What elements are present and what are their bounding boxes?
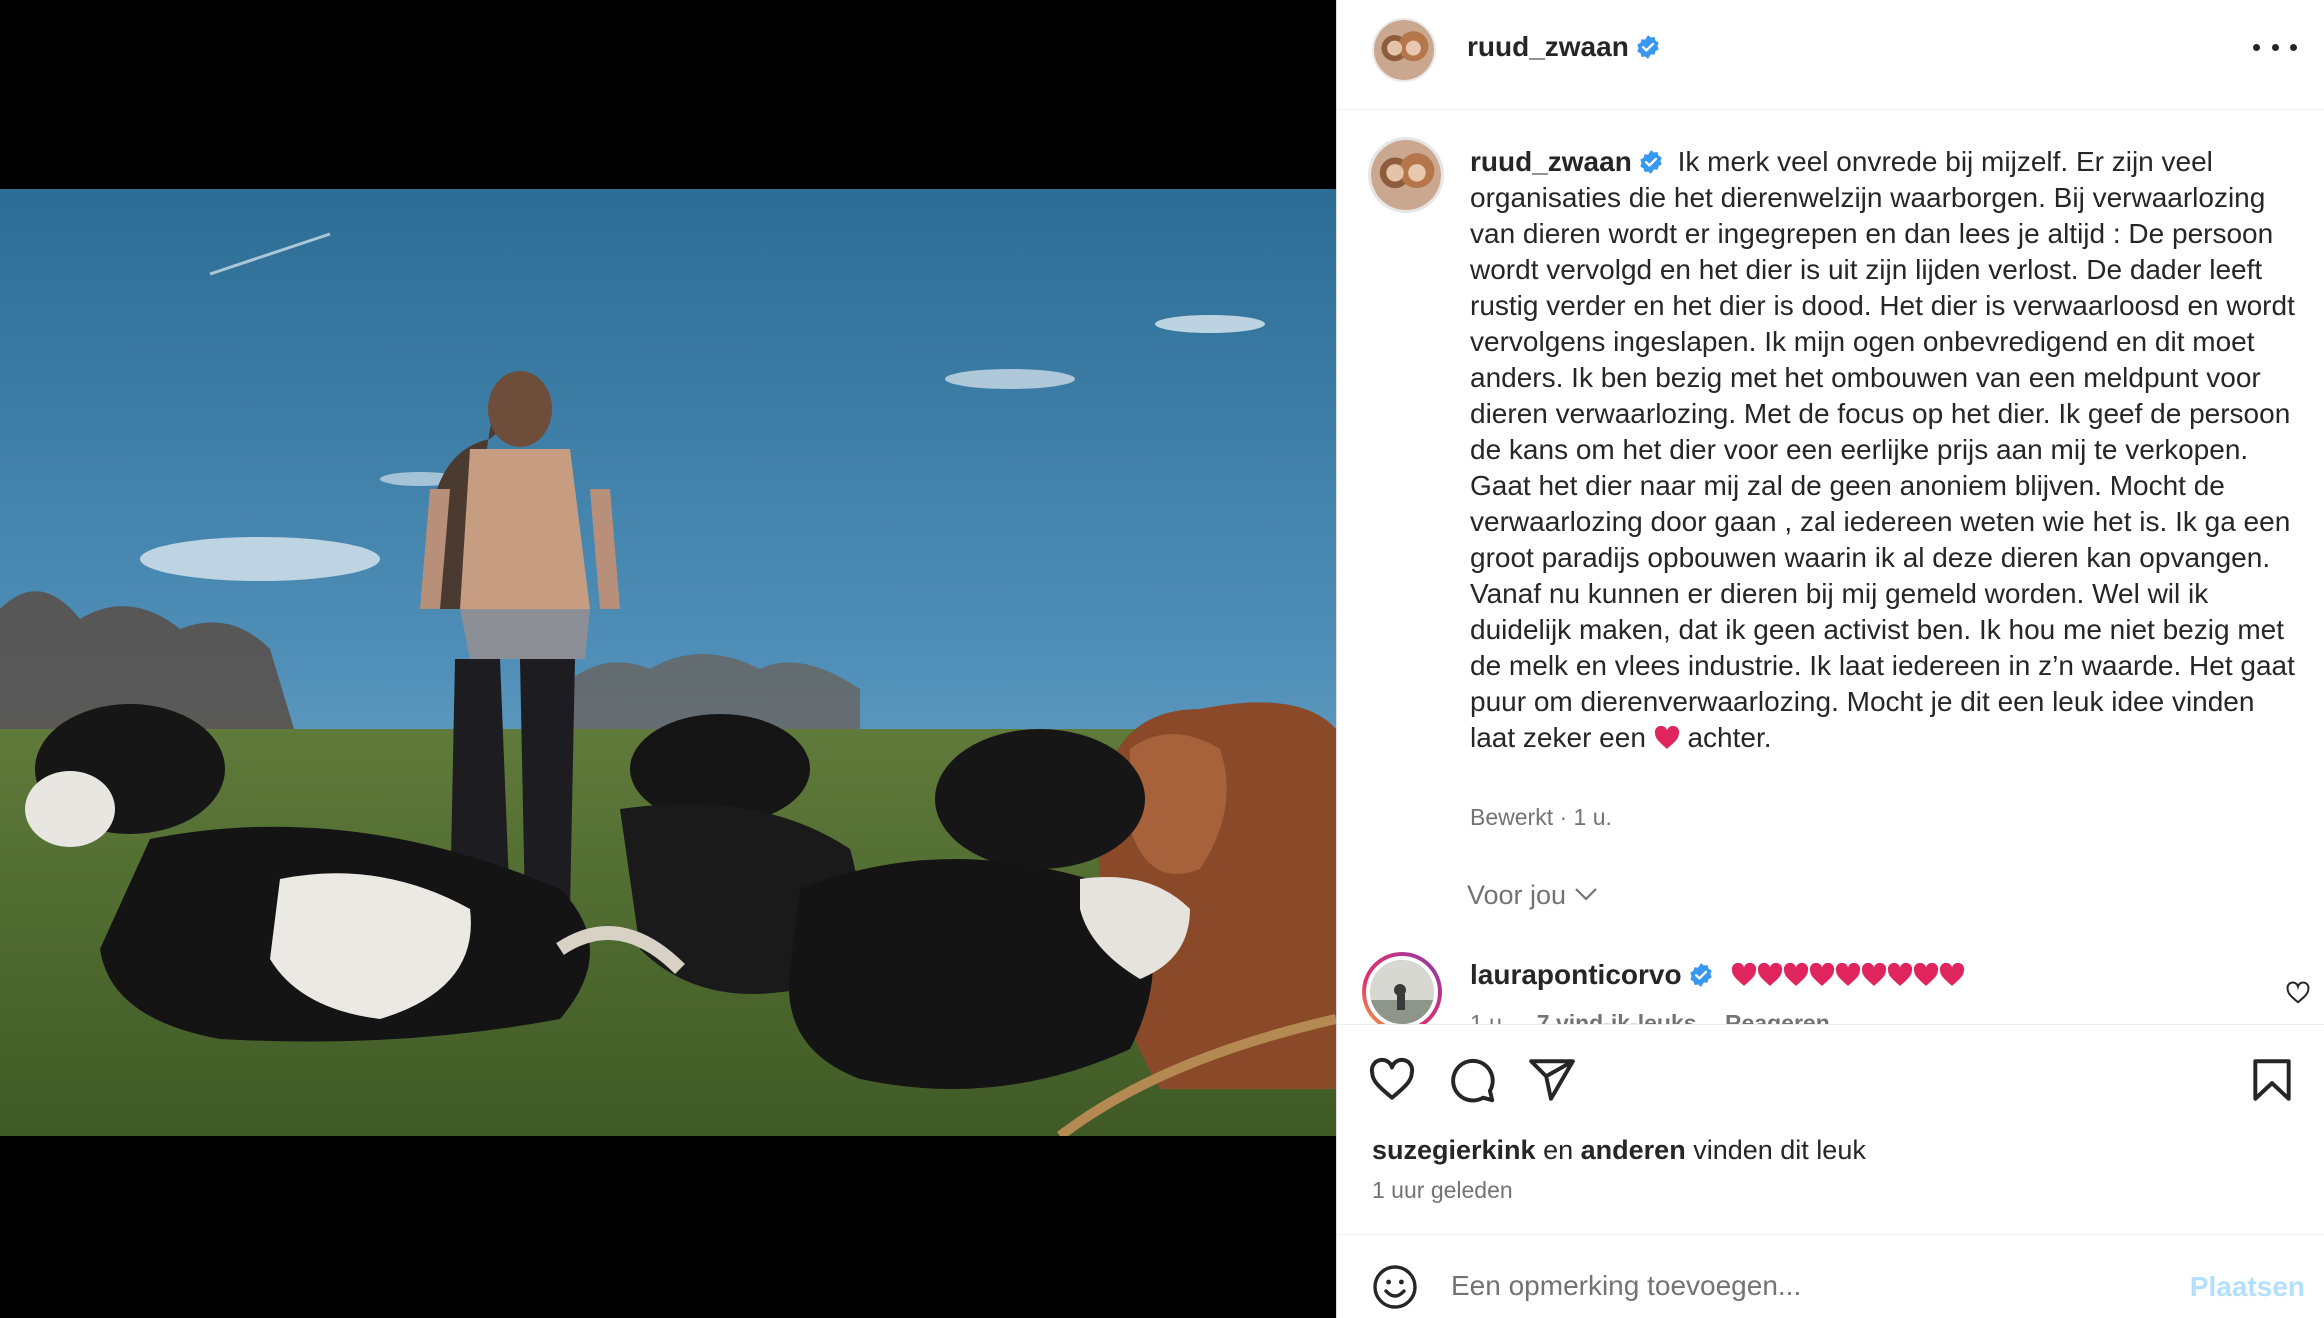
commenter-avatar[interactable] <box>1366 956 1438 1024</box>
red-heart-emoji-icon <box>1654 726 1679 749</box>
red-heart-emoji-icon <box>1862 962 1887 986</box>
red-heart-emoji-icon <box>1836 962 1861 986</box>
add-comment-bar: Plaatsen <box>1337 1234 2324 1318</box>
likes-connector: en <box>1543 1135 1574 1165</box>
caption-text: Ik merk veel onvrede bij mijzelf. Er zij… <box>1470 146 2295 753</box>
for-you-dropdown[interactable]: Voor jou <box>1467 880 1598 911</box>
commenter-username[interactable]: lauraponticorvo <box>1470 959 1965 994</box>
more-options-button[interactable] <box>2253 36 2297 58</box>
liker-username[interactable]: suzegierkink <box>1372 1135 1536 1165</box>
comment-meta: 1 u. 7 vind-ik-leuks Reageren <box>1470 1010 1852 1024</box>
red-heart-emoji-icon <box>1914 962 1939 986</box>
save-button[interactable] <box>2247 1055 2297 1105</box>
comment-time: 1 u. <box>1470 1010 1509 1024</box>
author-username-text[interactable]: ruud_zwaan <box>1467 31 1629 62</box>
emoji-picker-icon[interactable] <box>1371 1263 1419 1311</box>
commenter-avatar-story-ring[interactable] <box>1362 952 1442 1024</box>
author-username[interactable]: ruud_zwaan <box>1467 31 1661 63</box>
author-avatar[interactable] <box>1372 18 1436 82</box>
verified-badge-icon <box>1637 35 1659 59</box>
comment-item: lauraponticorvo 1 u. 7 vind-ik-leuks Rea… <box>1337 930 2324 1024</box>
caption-author-avatar[interactable] <box>1368 137 1444 213</box>
post-timestamp[interactable]: 1 uur geleden <box>1372 1177 1513 1204</box>
like-button[interactable] <box>1367 1055 1417 1105</box>
comment-hearts <box>1731 962 1965 994</box>
avatar-image <box>1370 960 1434 1024</box>
post-media[interactable] <box>0 0 1336 1318</box>
more-dot <box>2253 43 2260 51</box>
comments-section[interactable]: ruud_zwaan Ik merk veel onvrede bij mijz… <box>1337 110 2324 1024</box>
post-comment-button[interactable]: Plaatsen <box>2190 1271 2305 1303</box>
likes-suffix: vinden dit leuk <box>1693 1135 1866 1165</box>
comment-input[interactable] <box>1451 1261 2151 1311</box>
comment-like-count[interactable]: 7 vind-ik-leuks <box>1537 1010 1697 1024</box>
comment-like-heart-icon[interactable] <box>2285 980 2311 1006</box>
bookmark-icon <box>2253 1059 2291 1101</box>
caption-text-end: achter. <box>1687 722 1772 753</box>
red-heart-emoji-icon <box>1732 962 1757 986</box>
commenter-username-text[interactable]: lauraponticorvo <box>1470 959 1682 990</box>
share-button[interactable] <box>1527 1055 1577 1105</box>
more-dot <box>2271 43 2279 51</box>
post-header: ruud_zwaan <box>1337 0 2324 110</box>
post-photo <box>0 189 1336 1136</box>
post-details-panel: ruud_zwaan ruud_zwaan Ik merk veel onvre… <box>1336 0 2324 1318</box>
avatar-image <box>1374 20 1434 80</box>
red-heart-emoji-icon <box>1758 962 1783 986</box>
comment-button[interactable] <box>1447 1055 1497 1105</box>
red-heart-emoji-icon <box>1784 962 1809 986</box>
caption-author-username[interactable]: ruud_zwaan <box>1470 146 1664 177</box>
chevron-down-icon <box>1575 888 1597 901</box>
reply-button[interactable]: Reageren <box>1725 1010 1830 1024</box>
post-actions: suzegierkink en anderen vinden dit leuk … <box>1337 1024 2324 1234</box>
caption-edited-timestamp: Bewerkt · 1 u. <box>1470 804 1612 830</box>
red-heart-emoji-icon <box>1940 962 1965 986</box>
heart-icon <box>1369 1057 1415 1100</box>
verified-badge-icon <box>1689 963 1712 987</box>
likes-others-link[interactable]: anderen <box>1581 1135 1686 1165</box>
comment-icon <box>1451 1058 1495 1103</box>
caption-author-text[interactable]: ruud_zwaan <box>1470 146 1632 177</box>
likes-summary[interactable]: suzegierkink en anderen vinden dit leuk <box>1372 1135 1866 1166</box>
more-dot <box>2290 43 2297 51</box>
share-icon <box>1529 1059 1575 1101</box>
red-heart-emoji-icon <box>1888 962 1913 986</box>
red-heart-emoji-icon <box>1810 962 1835 986</box>
post-image[interactable] <box>0 189 1336 1136</box>
post-caption: ruud_zwaan Ik merk veel onvrede bij mijz… <box>1470 144 2300 756</box>
verified-badge-icon <box>1640 150 1662 174</box>
avatar-image <box>1371 140 1441 210</box>
for-you-label[interactable]: Voor jou <box>1467 880 1566 910</box>
